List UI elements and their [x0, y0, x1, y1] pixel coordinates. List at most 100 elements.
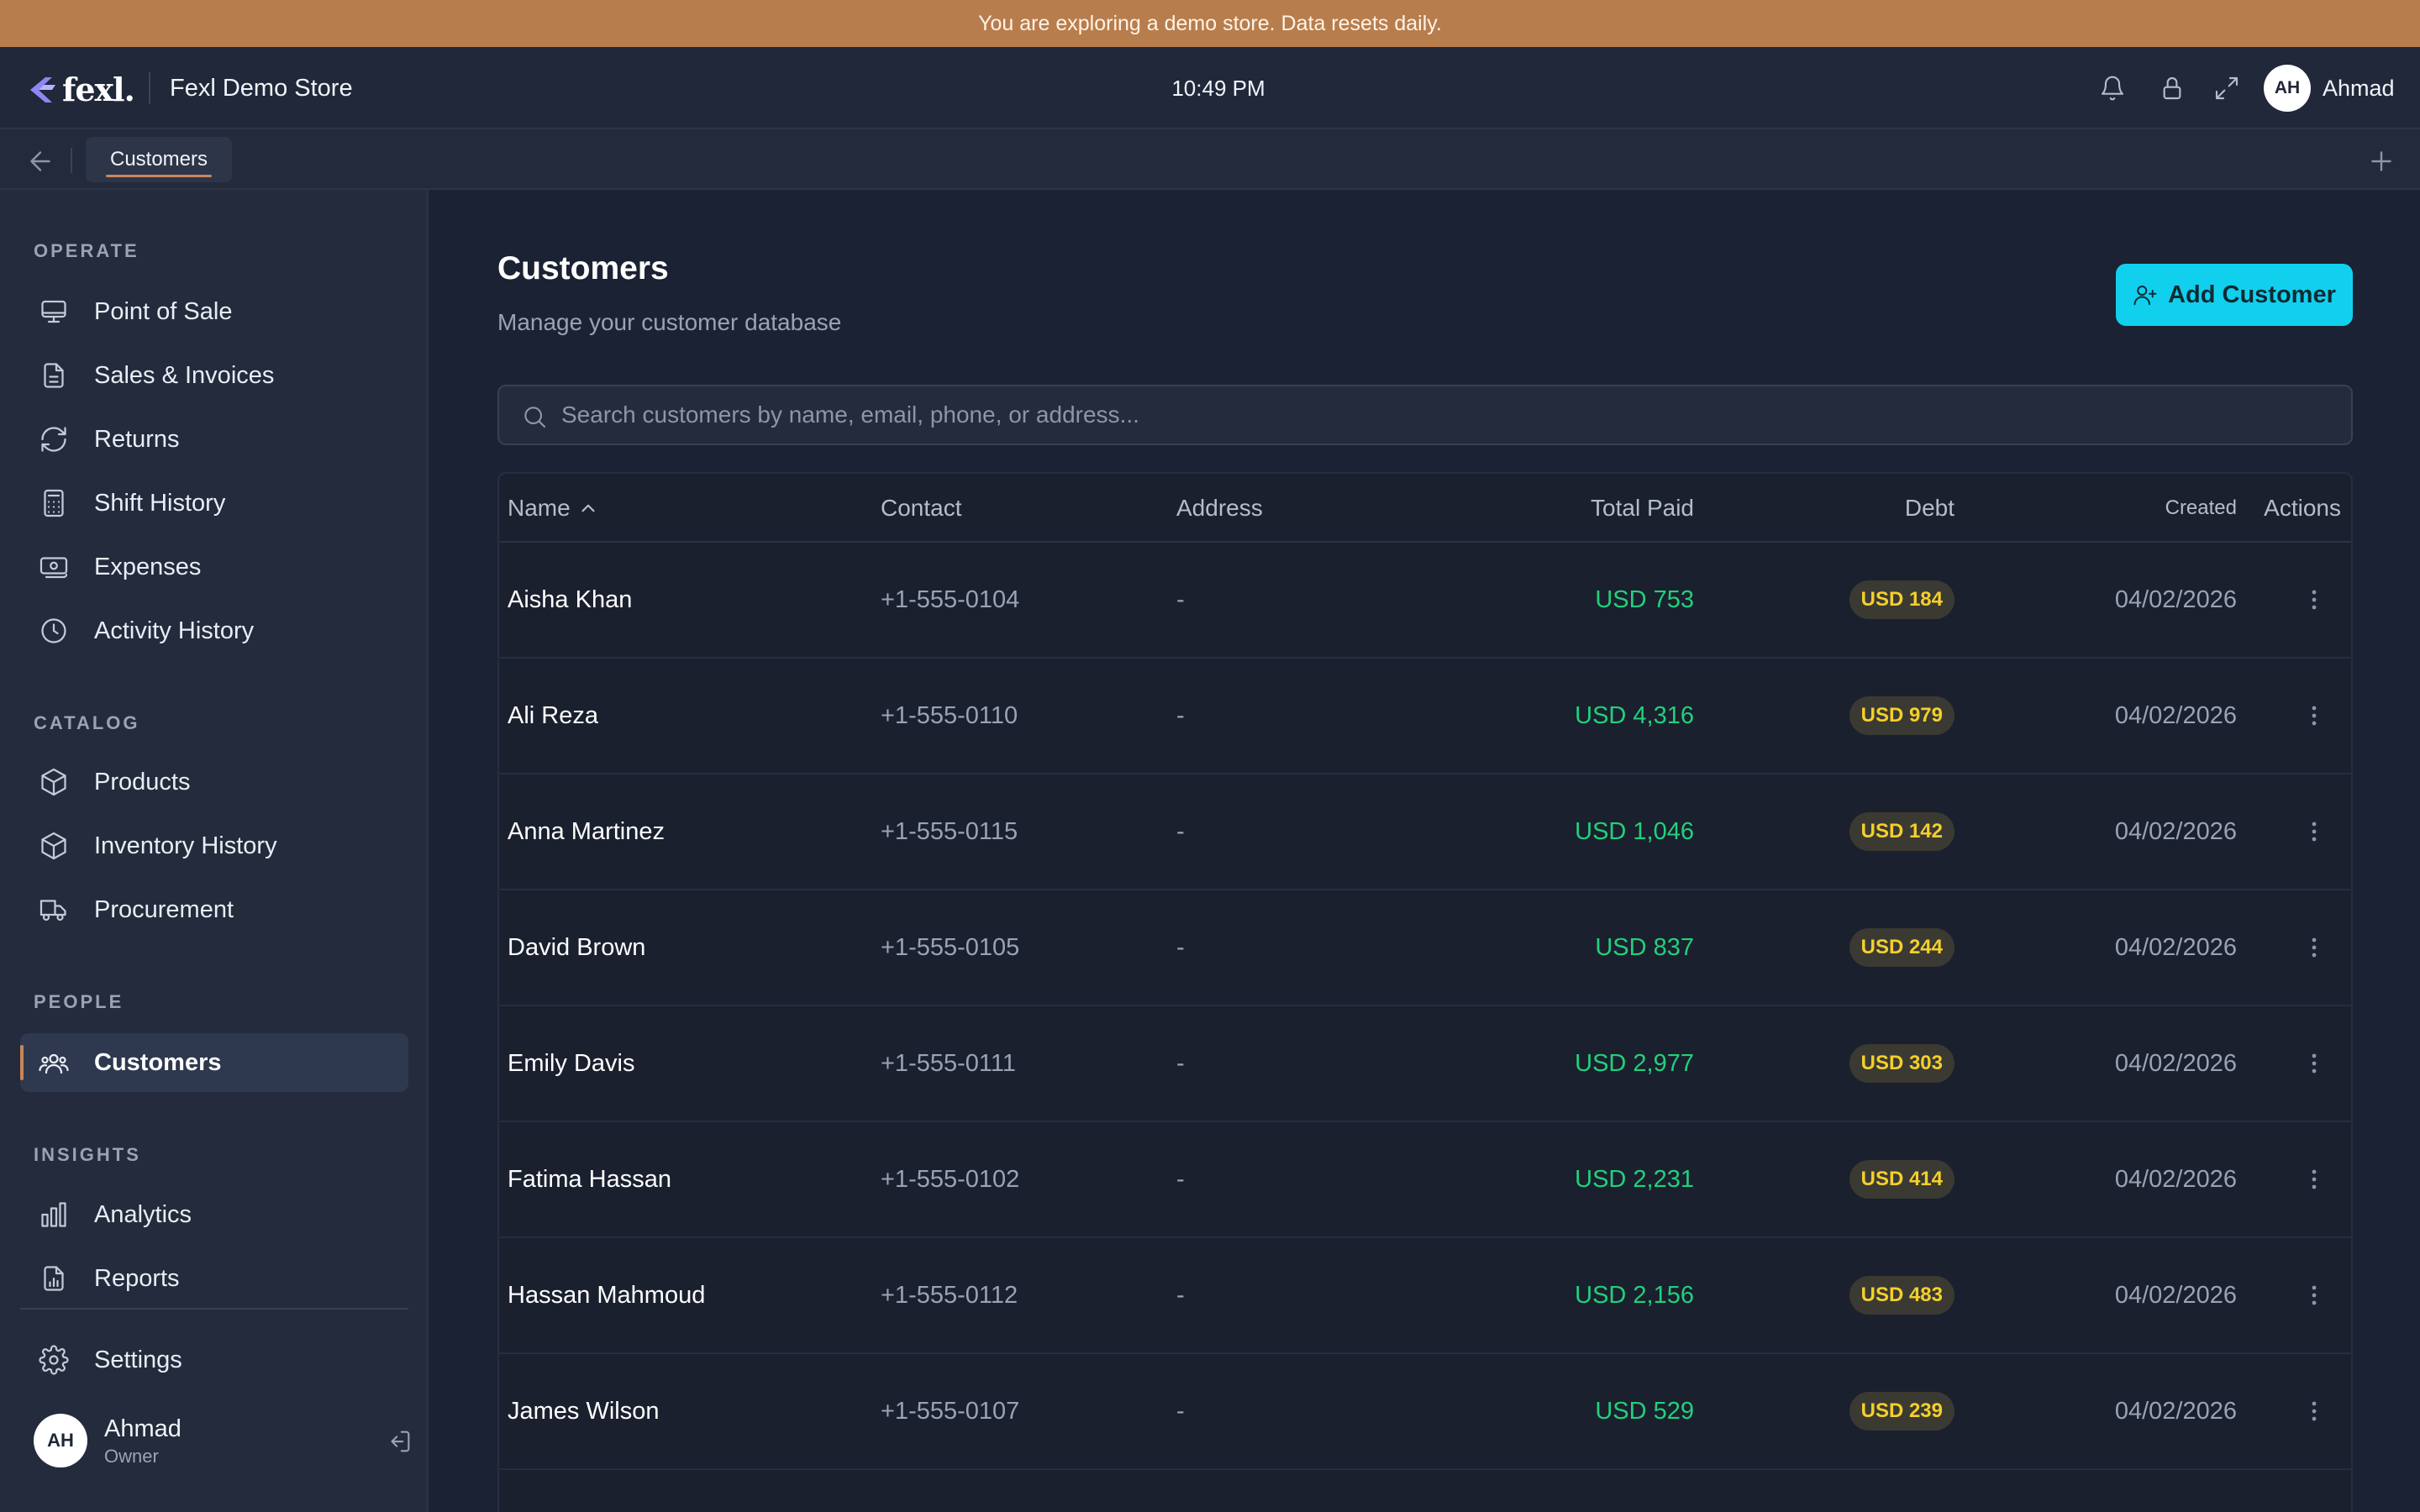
sidebar-item-expenses[interactable]: Expenses: [20, 538, 408, 596]
customer-contact: +1-555-0115: [881, 817, 1018, 845]
header-divider: [149, 72, 150, 104]
bell-icon[interactable]: [2096, 71, 2129, 105]
more-vertical-icon[interactable]: [2297, 774, 2331, 889]
column-header-created: Created: [2165, 496, 2237, 519]
table-row[interactable]: Aisha Khan +1-555-0104 - USD 753 USD 184 04/0…: [499, 543, 2351, 659]
main-content: Customers Manage your customer database …: [430, 190, 2420, 1512]
user-avatar[interactable]: AH: [2264, 65, 2311, 112]
customer-contact: +1-555-0111: [881, 1049, 1016, 1077]
customer-name: Ali Reza: [508, 701, 598, 729]
column-header-name[interactable]: Name: [508, 474, 760, 543]
sidebar-item-label: Sales & Invoices: [94, 361, 275, 389]
customer-total-paid: USD 2,977: [1575, 1049, 1694, 1077]
demo-banner: You are exploring a demo store. Data res…: [0, 0, 2420, 47]
customer-total-paid: USD 529: [1595, 1397, 1694, 1425]
sidebar-item-reports[interactable]: Reports: [20, 1249, 408, 1308]
customers-table: Name Contact Address Total Paid Debt Cre…: [497, 472, 2353, 1512]
plus-icon[interactable]: [2366, 146, 2396, 176]
more-vertical-icon[interactable]: [2297, 1006, 2331, 1121]
customer-address: -: [1176, 585, 1185, 613]
table-row[interactable]: Emily Davis +1-555-0111 - USD 2,977 USD 303 0…: [499, 1006, 2351, 1122]
more-vertical-icon[interactable]: [2297, 1354, 2331, 1468]
logo-mark-icon: [30, 76, 55, 102]
sidebar-item-procurement[interactable]: Procurement: [20, 880, 408, 939]
customer-total-paid: USD 2,231: [1575, 1165, 1694, 1193]
column-header-contact: Contact: [881, 495, 962, 521]
more-vertical-icon[interactable]: [2297, 1122, 2331, 1236]
customer-contact: +1-555-0105: [881, 933, 1020, 961]
customer-contact: +1-555-0107: [881, 1397, 1020, 1425]
customer-created: 04/02/2026: [2114, 585, 2237, 613]
more-vertical-icon[interactable]: [2297, 659, 2331, 773]
customer-created: 04/02/2026: [2114, 701, 2237, 729]
table-row[interactable]: Fatima Hassan +1-555-0102 - USD 2,231 USD 41…: [499, 1122, 2351, 1238]
debt-badge: USD 414: [1849, 1160, 1954, 1199]
customer-created: 04/02/2026: [2114, 1049, 2237, 1077]
sidebar-item-analytics[interactable]: Analytics: [20, 1185, 408, 1244]
more-vertical-icon[interactable]: [2297, 543, 2331, 657]
debt-badge: USD 303: [1849, 1044, 1954, 1083]
sidebar-user-name: Ahmad: [104, 1415, 182, 1442]
customer-contact: +1-555-0104: [881, 585, 1020, 613]
customer-contact: +1-555-0102: [881, 1165, 1020, 1193]
sidebar-item-activity-history[interactable]: Activity History: [20, 601, 408, 660]
sidebar-item-customers[interactable]: Customers: [20, 1033, 408, 1092]
sidebar-item-returns[interactable]: Returns: [20, 410, 408, 469]
back-arrow-icon[interactable]: [25, 146, 55, 176]
box-icon: [37, 829, 71, 863]
sidebar-item-products[interactable]: Products: [20, 753, 408, 811]
more-vertical-icon[interactable]: [2297, 1238, 2331, 1352]
table-row[interactable]: Anna Martinez +1-555-0115 - USD 1,046 USD 14…: [499, 774, 2351, 890]
lock-icon[interactable]: [2155, 71, 2189, 105]
customer-address: -: [1176, 1049, 1185, 1077]
customer-total-paid: USD 837: [1595, 933, 1694, 961]
customer-name: James Wilson: [508, 1397, 660, 1425]
search-input[interactable]: [561, 386, 2326, 444]
logo[interactable]: fexl.: [27, 71, 135, 108]
tab-customers[interactable]: Customers: [86, 137, 232, 182]
sidebar-item-label: Shift History: [94, 489, 226, 517]
column-header-actions: Actions: [2264, 495, 2341, 521]
customer-contact: +1-555-0112: [881, 1281, 1018, 1309]
sidebar-item-sales-invoices[interactable]: Sales & Invoices: [20, 346, 408, 405]
search-box: [497, 385, 2353, 445]
sidebar-user-avatar: AH: [34, 1414, 87, 1467]
sidebar-item-inventory-history[interactable]: Inventory History: [20, 816, 408, 875]
tab-customers-label: Customers: [109, 148, 208, 171]
customer-created: 04/02/2026: [2114, 933, 2237, 961]
customer-address: -: [1176, 933, 1185, 961]
sidebar-divider: [20, 1308, 408, 1310]
sidebar-item-label: Customers: [94, 1048, 222, 1076]
demo-banner-text: You are exploring a demo store. Data res…: [978, 11, 1442, 35]
debt-badge: USD 142: [1849, 812, 1954, 851]
customer-name: Fatima Hassan: [508, 1165, 672, 1193]
add-customer-label: Add Customer: [2168, 281, 2336, 308]
table-row[interactable]: David Brown +1-555-0105 - USD 837 USD 244 04/…: [499, 890, 2351, 1006]
fullscreen-icon[interactable]: [2210, 71, 2244, 105]
customer-name: David Brown: [508, 933, 646, 961]
clock: 10:49 PM: [1171, 76, 1265, 101]
table-row[interactable]: James Wilson +1-555-0107 - USD 529 USD 239 04…: [499, 1354, 2351, 1470]
sidebar-item-label: Activity History: [94, 617, 255, 644]
sidebar: OPERATE Point of Sale Sales & Invoices R…: [0, 190, 429, 1512]
table-row[interactable]: Ali Reza +1-555-0110 - USD 4,316 USD 979 04/0…: [499, 659, 2351, 774]
sidebar-item-shift-history[interactable]: Shift History: [20, 474, 408, 533]
monitor-icon: [37, 295, 71, 328]
sidebar-item-point-of-sale[interactable]: Point of Sale: [20, 282, 408, 341]
report-icon: [37, 1262, 71, 1295]
logout-icon[interactable]: [385, 1427, 413, 1456]
store-name: Fexl Demo Store: [170, 75, 353, 102]
column-header-address: Address: [1176, 495, 1263, 521]
page-title: Customers: [497, 250, 669, 286]
tab-divider: [71, 148, 72, 173]
table-row[interactable]: Hassan Mahmoud +1-555-0112 - USD 2,156 USD 4…: [499, 1238, 2351, 1354]
more-vertical-icon[interactable]: [2297, 890, 2331, 1005]
sidebar-item-settings[interactable]: Settings: [20, 1331, 408, 1389]
add-customer-button[interactable]: Add Customer: [2116, 264, 2353, 326]
sidebar-item-label: Point of Sale: [94, 297, 233, 325]
customer-total-paid: USD 1,046: [1575, 817, 1694, 845]
page-subtitle: Manage your customer database: [497, 309, 842, 335]
bar-chart-icon: [37, 1198, 71, 1231]
top-bar: fexl. Fexl Demo Store 10:49 PM AH Ahmad: [0, 47, 2420, 129]
user-name[interactable]: Ahmad: [2323, 72, 2395, 104]
